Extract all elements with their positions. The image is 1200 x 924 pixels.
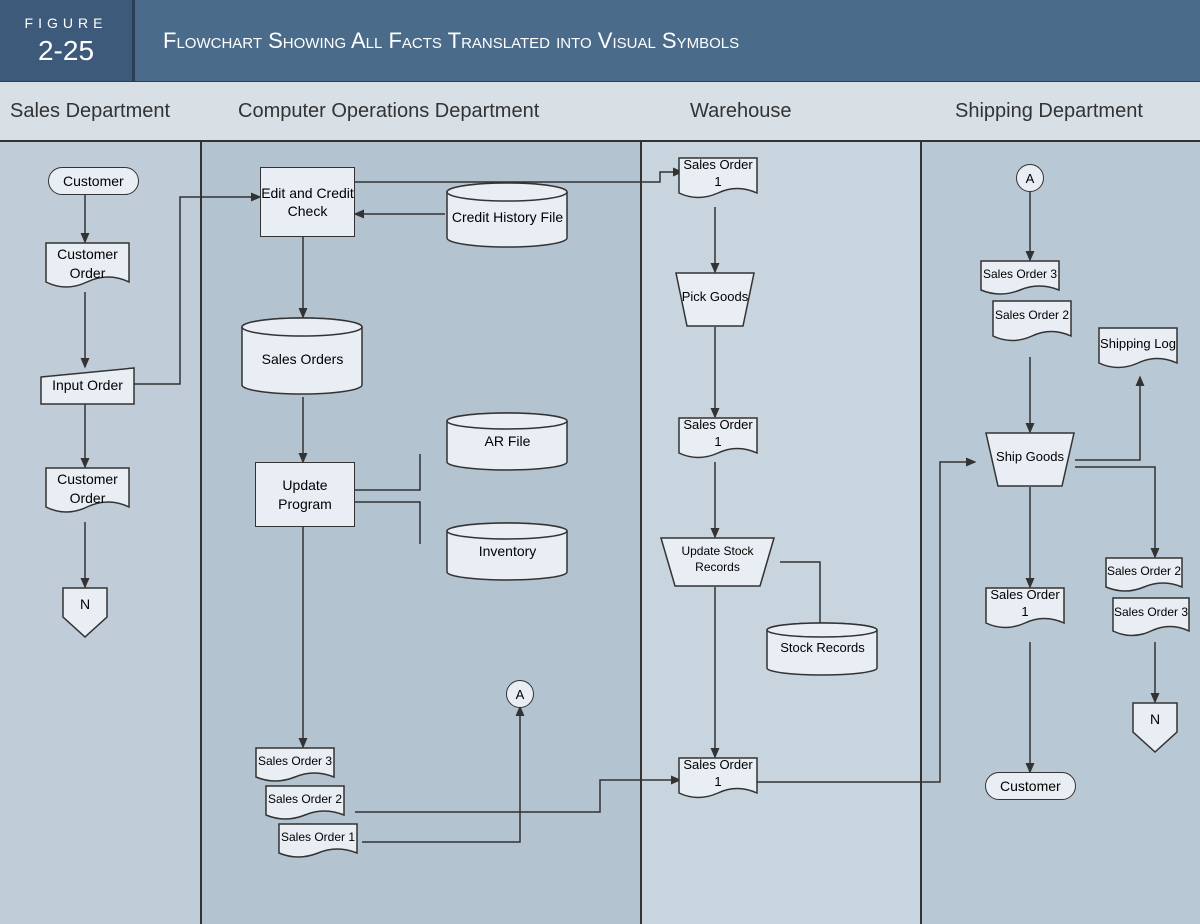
document-so2-ship-out-label: Sales Order 2 <box>1105 559 1183 585</box>
offpage-connector-n2: N <box>1132 702 1178 754</box>
svg-text:N: N <box>80 596 90 612</box>
lane-header-warehouse: Warehouse <box>640 100 920 123</box>
document-so1-wh-top-label: Sales Order 1 <box>678 159 758 189</box>
document-so3-comp-label: Sales Order 3 <box>255 749 335 775</box>
figure-label: FIGURE <box>25 15 108 31</box>
document-so3-ship-label: Sales Order 3 <box>980 262 1060 288</box>
cylinder-sales-orders-label: Sales Orders <box>240 337 365 382</box>
flowchart-canvas: Customer Customer Order Input Order Cust… <box>0 142 1200 924</box>
document-so3-ship-out-label: Sales Order 3 <box>1112 599 1190 627</box>
document-so1-wh-mid-label: Sales Order 1 <box>678 419 758 449</box>
lane-header-shipping: Shipping Department <box>920 100 1200 123</box>
lane-header-sales: Sales Department <box>0 100 200 123</box>
cylinder-inventory-label: Inventory <box>445 542 570 560</box>
document-so2-comp-label: Sales Order 2 <box>265 787 345 813</box>
document-so1-comp-label: Sales Order 1 <box>278 825 358 851</box>
figure-number: 2-25 <box>38 35 94 67</box>
manual-op-update-stock-label: Update Stock Records <box>660 540 775 580</box>
manual-op-ship-goods-label: Ship Goods <box>985 437 1075 477</box>
terminal-customer-end: Customer <box>985 772 1076 800</box>
document-customer-order-1-label: Customer Order <box>45 246 130 281</box>
terminal-customer-start: Customer <box>48 167 139 195</box>
document-customer-order-2-label: Customer Order <box>45 471 130 506</box>
cylinder-credit-history-label: Credit History File <box>445 197 570 237</box>
process-update-program: Update Program <box>255 462 355 527</box>
document-so2-ship-label: Sales Order 2 <box>992 302 1072 330</box>
connector-a-output: A <box>506 680 534 708</box>
document-so1-wh-bot-label: Sales Order 1 <box>678 759 758 789</box>
connector-a-input: A <box>1016 164 1044 192</box>
lane-header-computer: Computer Operations Department <box>200 100 640 123</box>
offpage-connector-n1: N <box>62 587 108 639</box>
document-so1-ship-out-label: Sales Order 1 <box>985 589 1065 619</box>
process-edit-credit-check: Edit and Credit Check <box>260 167 355 237</box>
manual-input-order-label: Input Order <box>40 370 135 400</box>
figure-header: FIGURE 2-25 Flowchart Showing All Facts … <box>0 0 1200 82</box>
figure-number-box: FIGURE 2-25 <box>0 0 135 81</box>
svg-text:N: N <box>1150 711 1160 727</box>
document-shipping-log-label: Shipping Log <box>1098 329 1178 359</box>
cylinder-ar-file-label: AR File <box>445 432 570 450</box>
manual-op-pick-goods-label: Pick Goods <box>675 277 755 317</box>
cylinder-stock-records-label: Stock Records <box>765 640 880 657</box>
lane-headers: Sales Department Computer Operations Dep… <box>0 82 1200 142</box>
figure-title: Flowchart Showing All Facts Translated i… <box>135 0 1200 81</box>
